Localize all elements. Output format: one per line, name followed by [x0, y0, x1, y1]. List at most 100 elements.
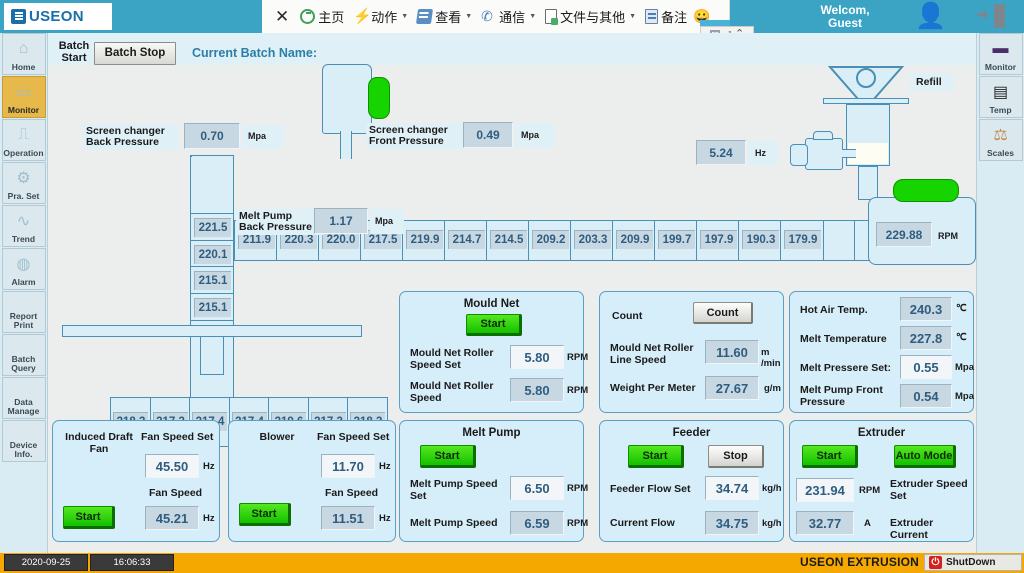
- menu-item-notes[interactable]: 备注: [642, 4, 690, 30]
- mould-net-roller-speed-set-label: Mould Net Roller Speed Set: [410, 347, 510, 371]
- melt-pump-speed-unit: RPM: [567, 518, 589, 529]
- mould-net-roller-speed-set-value[interactable]: 5.80: [510, 345, 564, 369]
- note-icon: [645, 9, 659, 24]
- menu-item-view[interactable]: 查看 ▼: [414, 4, 475, 30]
- mould-net-roller-line-speed-label: Mould Net Roller Line Speed: [610, 342, 706, 366]
- sidebar-item-home[interactable]: ⌂ Home: [1, 33, 46, 75]
- menu-item-action[interactable]: ⚡ 动作 ▼: [350, 4, 411, 30]
- sidebar-item-monitor-right[interactable]: ▬ Monitor: [978, 33, 1023, 75]
- label-line-2: Pressure: [800, 396, 845, 408]
- melt-pump-front-pressure-value: 0.54: [900, 384, 952, 408]
- right-sidebar: ▬ Monitor ▤ Temp ⚖ Scales: [976, 33, 1024, 553]
- menu-item-communication[interactable]: ✆ 通信 ▼: [478, 4, 539, 30]
- induced-draft-fan-start-button[interactable]: Start: [63, 506, 115, 529]
- extruder-auto-mode-button[interactable]: Auto Mode: [894, 445, 956, 468]
- label-line-1: Melt Pump Front: [800, 384, 883, 396]
- melt-pump-speed-set-label: Melt Pump Speed Set: [410, 478, 506, 502]
- mould-net-start-button[interactable]: Start: [466, 314, 522, 336]
- mould-net-panel: Mould Net Start Mould Net Roller Speed S…: [399, 291, 588, 413]
- current-batch-name-label: Current Batch Name:: [192, 46, 318, 60]
- power-icon: ⏻: [929, 556, 942, 569]
- extruder-title: Extruder: [857, 427, 906, 439]
- sidebar-item-label: Scales: [987, 148, 1014, 158]
- sidebar-item-pra-set[interactable]: ⚙ Pra. Set: [1, 162, 46, 204]
- blower-fan-speed-set-value[interactable]: 11.70: [321, 454, 375, 478]
- sidebar-item-label: Operation: [3, 148, 44, 158]
- extruder-panel: Extruder Start Auto Mode 231.94 RPM Extr…: [789, 420, 974, 542]
- file-icon: [545, 9, 559, 25]
- screen-changer-neck: [340, 131, 352, 159]
- close-icon[interactable]: ✕: [270, 7, 294, 27]
- status-bar: 2020-09-25 16:06:33 USEON EXTRUSION ⏻ Sh…: [0, 553, 1024, 573]
- extruder-start-button[interactable]: Start: [802, 445, 858, 468]
- melt-pump-start-button[interactable]: Start: [420, 445, 476, 468]
- sidebar-item-data-manage[interactable]: Data Manage: [1, 377, 46, 419]
- phone-icon: ✆: [481, 8, 493, 24]
- sidebar-item-batch-query[interactable]: Batch Query: [1, 334, 46, 376]
- sidebar-item-monitor[interactable]: ▭ Monitor: [1, 76, 46, 118]
- blower-start-button[interactable]: Start: [239, 503, 291, 526]
- die-head-temp-box: 220.1: [190, 239, 234, 268]
- sidebar-item-report-print[interactable]: Report Print: [1, 291, 46, 333]
- menu-item-home[interactable]: 主页: [297, 4, 347, 30]
- sidebar-item-device-info[interactable]: Device Info.: [1, 420, 46, 462]
- extruder-current-label: Extruder Current: [890, 517, 934, 541]
- logout-button[interactable]: ➜: [975, 3, 1005, 30]
- blower-panel: Blower Fan Speed Set 11.70 Hz Fan Speed …: [228, 420, 396, 542]
- sidebar-item-label: Data Manage: [7, 397, 40, 416]
- barrel-zone-value: 199.7: [658, 230, 695, 249]
- induced-draft-fan-speed-label: Fan Speed: [149, 487, 203, 499]
- label-line-2: Set: [890, 490, 907, 502]
- batch-stop-button[interactable]: Batch Stop: [94, 42, 176, 65]
- batch-start-button[interactable]: Batch Start: [52, 38, 96, 65]
- feeder-motor-shaft: [842, 149, 856, 158]
- feeder-flow-set-value[interactable]: 34.74: [705, 476, 759, 500]
- user-avatar-icon[interactable]: 👤: [915, 4, 946, 29]
- sidebar-item-label: Device Info.: [9, 440, 38, 459]
- feeder-title: Feeder: [672, 427, 711, 439]
- sidebar-item-temp[interactable]: ▤ Temp: [978, 76, 1023, 118]
- sidebar-item-scales[interactable]: ⚖ Scales: [978, 119, 1023, 161]
- menu-label: 动作: [371, 10, 398, 25]
- barrel-zone-value: 203.3: [574, 230, 611, 249]
- alarm-bell-icon: ◍: [16, 255, 31, 273]
- welcome-line-2: Guest: [827, 16, 862, 30]
- melt-pump-speed-value: 6.59: [510, 511, 564, 535]
- melt-pressure-set-value[interactable]: 0.55: [900, 355, 952, 379]
- melt-pump-speed-set-value[interactable]: 6.50: [510, 476, 564, 500]
- batch-toolbar: [48, 33, 976, 65]
- batch-start-line-1: Batch: [58, 40, 90, 52]
- temperature-pressure-panel: Hot Air Temp. 240.3 ℃ Melt Temperature 2…: [789, 291, 974, 413]
- feeder-stop-button[interactable]: Stop: [708, 445, 764, 468]
- extruder-speed-set-value[interactable]: 231.94: [796, 478, 854, 502]
- induced-draft-fan-speed-set-value[interactable]: 45.50: [145, 454, 199, 478]
- screen-changer-status-indicator: [368, 77, 390, 119]
- label-line-1: Melt Pump Speed: [410, 478, 498, 490]
- melt-temperature-label: Melt Temperature: [800, 333, 887, 345]
- label-line-2: Speed: [410, 392, 442, 404]
- feeder-start-button[interactable]: Start: [628, 445, 684, 468]
- die-head-temp-stack: 221.5 220.1 215.1 215.1: [190, 213, 234, 321]
- blower-title: Blower: [259, 431, 295, 443]
- weight-per-meter-label: Weight Per Meter: [610, 382, 706, 394]
- sidebar-item-alarm[interactable]: ◍ Alarm: [1, 248, 46, 290]
- shutdown-button[interactable]: ⏻ ShutDown: [924, 554, 1022, 571]
- count-button[interactable]: Count: [693, 302, 753, 324]
- menu-item-file-and-others[interactable]: 文件与其他 ▼: [542, 4, 639, 30]
- feeder-panel: Feeder Start Stop Feeder Flow Set 34.74 …: [599, 420, 784, 542]
- melt-pump-front-pressure-unit: Mpa: [955, 391, 974, 402]
- hot-air-temp-unit: ℃: [956, 303, 967, 314]
- weight-per-meter-unit: g/m: [764, 383, 781, 394]
- blower-fan-speed-value: 11.51: [321, 506, 375, 530]
- die-head-temp-value: 215.1: [194, 297, 231, 317]
- sidebar-item-trend[interactable]: ∿ Trend: [1, 205, 46, 247]
- mould-net-roller-line-speed-value: 11.60: [705, 340, 759, 364]
- sidebar-item-operation[interactable]: ⎍ Operation: [1, 119, 46, 161]
- hmi-screen: USEON ✕ 主页 ⚡ 动作 ▼ 查看 ▼ ✆ 通信 ▼ 文件与其他 ▼ 备注…: [0, 0, 1024, 573]
- die-head-temp-value: 221.5: [194, 218, 231, 237]
- current-flow-unit: kg/h: [762, 518, 782, 529]
- melt-pump-speed-set-unit: RPM: [567, 483, 589, 494]
- label-line-2: Back Pressure: [239, 221, 312, 233]
- extruder-current-value: 32.77: [796, 511, 854, 535]
- melt-pressure-set-unit: Mpa: [955, 362, 974, 373]
